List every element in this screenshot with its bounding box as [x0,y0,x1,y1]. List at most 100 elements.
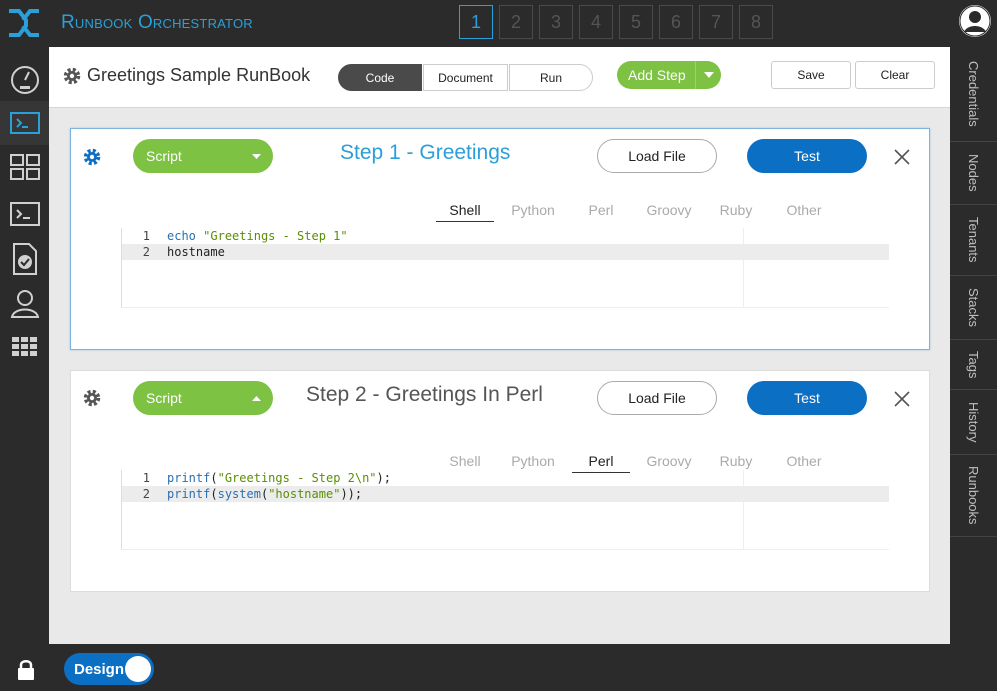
code-line: 1 echo "Greetings - Step 1" [122,228,889,244]
line-number: 1 [142,471,150,485]
runbook-toolbar: Greetings Sample RunBook Code Document R… [49,47,950,108]
lang-python-tab[interactable]: Python [505,453,561,469]
caret-up-icon [252,395,261,401]
right-sidebar: Credentials Nodes Tenants Stacks Tags Hi… [950,47,997,644]
code-text: printf(system("hostname")); [167,487,363,501]
tab-runbooks-label: Runbooks [966,466,981,525]
step-settings-icon[interactable] [82,388,102,408]
step-type-dropdown[interactable]: Script [133,381,273,415]
close-icon[interactable] [893,390,911,408]
nav-users[interactable] [0,281,49,325]
code-text: hostname [167,245,225,259]
step-title[interactable]: Step 2 - Greetings In Perl [306,383,543,407]
grid-arrows-icon [9,154,40,180]
close-icon[interactable] [893,148,911,166]
tab-credentials-label: Credentials [966,61,981,127]
tab-history-label: History [966,401,981,443]
nav-reports[interactable] [0,237,49,281]
load-file-button[interactable]: Load File [597,139,717,173]
mode-code-tab[interactable]: Code [338,64,422,91]
user-icon [10,290,39,318]
page-7-button[interactable]: 7 [699,5,733,39]
tab-tags[interactable]: Tags [950,340,997,390]
page-2-button[interactable]: 2 [499,5,533,39]
test-button[interactable]: Test [747,381,867,415]
code-line: 1 printf("Greetings - Step 2\n"); [122,470,889,486]
tab-tenants-label: Tenants [966,217,981,263]
app-title: Runbook Orchestrator [61,12,253,33]
tab-credentials[interactable]: Credentials [950,47,997,142]
console-icon [9,202,40,226]
mode-run-tab[interactable]: Run [509,64,593,91]
lang-other-tab[interactable]: Other [776,202,832,218]
user-avatar[interactable] [959,5,991,37]
caret-down-icon [252,153,261,159]
code-line: 2 printf(system("hostname")); [122,486,889,502]
step-card-1[interactable]: Script Step 1 - Greetings Load File Test… [70,128,930,350]
page-5-button[interactable]: 5 [619,5,653,39]
tab-history[interactable]: History [950,390,997,455]
nav-workflows[interactable] [0,145,49,189]
nav-console[interactable] [0,192,49,236]
line-number: 1 [142,229,150,243]
page-6-button[interactable]: 6 [659,5,693,39]
test-button[interactable]: Test [747,139,867,173]
save-button[interactable]: Save [771,61,851,89]
dashboard-gauge-icon [10,66,39,94]
tab-stacks[interactable]: Stacks [950,276,997,340]
add-step-dropdown[interactable] [695,61,721,89]
tab-stacks-label: Stacks [966,287,981,327]
top-bar: Runbook Orchestrator 1 2 3 4 5 6 7 8 [0,0,997,47]
page-8-button[interactable]: 8 [739,5,773,39]
line-number: 2 [142,245,150,259]
tab-runbooks[interactable]: Runbooks [950,455,997,537]
lang-other-tab[interactable]: Other [776,453,832,469]
step-settings-icon[interactable] [82,147,102,167]
load-file-button[interactable]: Load File [597,381,717,415]
lang-groovy-tab[interactable]: Groovy [639,202,699,218]
page-1-button[interactable]: 1 [459,5,493,39]
lang-perl-tab[interactable]: Perl [578,202,624,218]
clear-button[interactable]: Clear [855,61,935,89]
add-step-label: Add Step [628,67,686,83]
document-check-icon [12,243,37,275]
page-4-button[interactable]: 4 [579,5,613,39]
step-title[interactable]: Step 1 - Greetings [340,141,510,165]
code-editor[interactable]: 1 echo "Greetings - Step 1" 2 hostname [121,228,889,308]
step-type-label: Script [146,390,182,406]
step-type-label: Script [146,148,182,164]
add-step-button[interactable]: Add Step [617,61,721,89]
step-card-2[interactable]: Script Step 2 - Greetings In Perl Load F… [70,370,930,592]
tab-nodes-label: Nodes [966,154,981,192]
code-line: 2 hostname [122,244,889,260]
page-selector: 1 2 3 4 5 6 7 8 [459,5,773,39]
step-type-dropdown[interactable]: Script [133,139,273,173]
lang-ruby-tab[interactable]: Ruby [713,453,759,469]
lock-icon[interactable] [17,659,35,680]
lang-groovy-tab[interactable]: Groovy [639,453,699,469]
page-3-button[interactable]: 3 [539,5,573,39]
apps-grid-icon [11,337,37,356]
code-editor[interactable]: 1 printf("Greetings - Step 2\n"); 2 prin… [121,470,889,550]
nav-dashboard[interactable] [0,57,49,101]
nav-apps[interactable] [0,325,49,369]
footer-bar: Design [0,644,997,691]
lang-ruby-tab[interactable]: Ruby [713,202,759,218]
runbook-title: Greetings Sample RunBook [87,65,311,85]
tab-nodes[interactable]: Nodes [950,142,997,205]
lang-shell-tab[interactable]: Shell [436,453,494,469]
mode-document-tab[interactable]: Document [423,64,508,91]
left-sidebar [0,47,49,644]
code-text: printf("Greetings - Step 2\n"); [167,471,391,485]
design-mode-toggle[interactable]: Design [64,653,154,685]
terminal-small-icon [9,112,40,134]
lang-shell-tab[interactable]: Shell [436,202,494,222]
line-number: 2 [142,487,150,501]
nav-runbook-editor[interactable] [0,101,49,145]
design-toggle-label: Design [74,660,125,678]
runbook-settings-icon[interactable] [62,66,82,86]
logo-icon [9,9,39,37]
user-avatar-icon [959,5,991,37]
tab-tenants[interactable]: Tenants [950,205,997,276]
lang-python-tab[interactable]: Python [505,202,561,218]
